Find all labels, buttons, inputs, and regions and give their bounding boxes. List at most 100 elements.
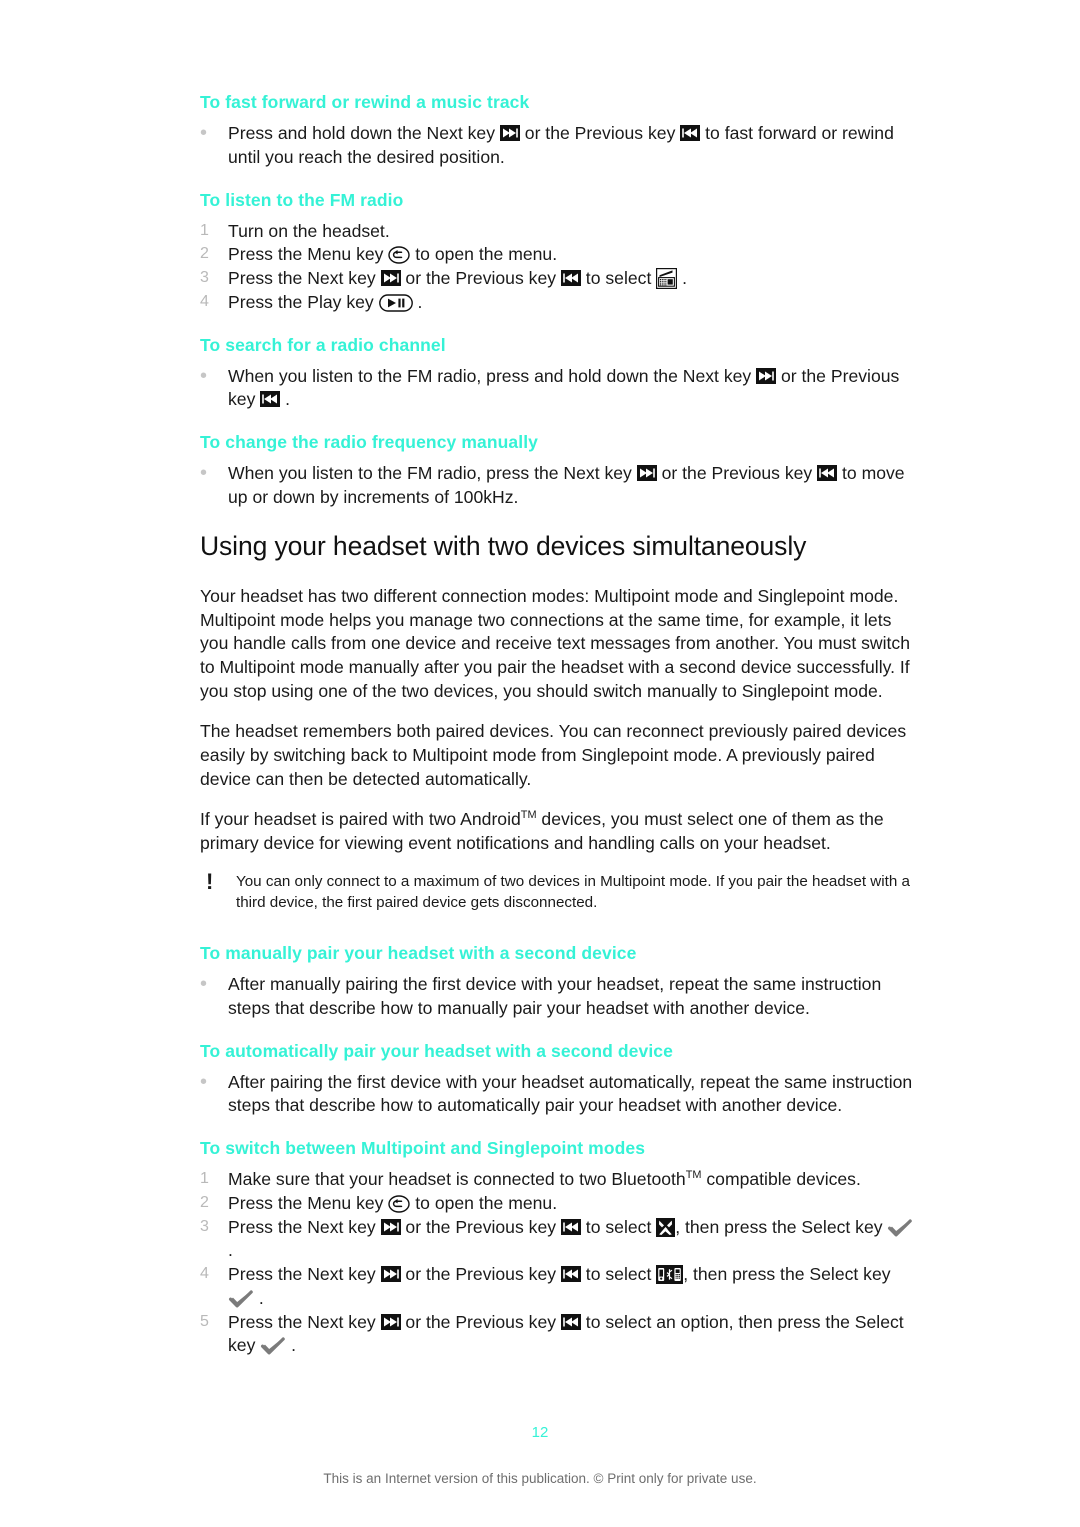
text-run: After pairing the first device with your… [228, 1071, 913, 1116]
list-item-text: Press the Next key or the Previous key t… [228, 1216, 913, 1261]
sub-heading: To manually pair your headset with a sec… [200, 943, 637, 964]
bullet-list: • When you listen to the FM radio, press … [200, 365, 920, 413]
sub-heading: To change the radio frequency manually [200, 432, 538, 452]
text-run: Press the Next key [228, 1311, 381, 1332]
text-run: If your headset is paired with two Andro… [200, 809, 521, 829]
check-select-key-icon [887, 1218, 913, 1238]
text-run: Press the Next key [228, 1264, 381, 1285]
page-number: 12 [531, 1424, 549, 1441]
next-key-icon [380, 1218, 401, 1235]
text-run: or the Previous key [656, 463, 818, 483]
numbered-list: 1 Turn on the headset. 2 Press the Menu key… [200, 220, 920, 315]
step-number: 1 [200, 221, 209, 239]
numbered-list-item: 4 Press the Play key . [200, 291, 920, 315]
numbered-list-item: 2 Press the Menu key to open the menu. [200, 1192, 920, 1216]
menu-key-icon [388, 1195, 411, 1213]
previous-key-icon [260, 391, 281, 408]
text-run: to select [580, 268, 657, 288]
previous-key-icon [560, 1313, 581, 1330]
text-run: to open the menu. [410, 1192, 558, 1213]
document-page: To fast forward or rewind a music track •… [0, 0, 1080, 1527]
body-paragraph: Your headset has two different connectio… [200, 585, 910, 702]
menu-key-icon [388, 246, 411, 264]
check-select-key-icon [260, 1336, 286, 1356]
numbered-list-item: 5 Press the Next key or the Previous key … [200, 1311, 920, 1359]
text-run: When you listen to the FM radio, press a… [228, 365, 757, 386]
bullet-list-item: • When you listen to the FM radio, press … [200, 462, 920, 510]
step-number: 4 [200, 292, 209, 310]
step-number: 1 [200, 1170, 209, 1188]
text-run: Press and hold down the Next key [228, 123, 500, 143]
next-key-icon [380, 1266, 401, 1283]
numbered-list-item: 2 Press the Menu key to open the menu. [200, 243, 920, 267]
previous-key-icon [560, 270, 581, 286]
bullet-list: • When you listen to the FM radio, press … [200, 462, 920, 510]
numbered-list-item: 3 Press the Next key or the Previous key … [200, 267, 920, 291]
text-run: . [254, 1287, 264, 1308]
text-run: Press the Next key [228, 268, 381, 288]
bullet-marker: • [200, 973, 208, 996]
sub-heading: To switch between Multipoint and Singlep… [200, 1138, 646, 1159]
text-run: to select [580, 1264, 657, 1285]
text-run: or the Previous key [400, 1311, 561, 1332]
bullet-list: • After pairing the first device with you… [200, 1071, 920, 1119]
check-select-key-icon [228, 1289, 254, 1309]
text-run: or the Previous key [519, 123, 681, 143]
text-run: compatible devices. [701, 1169, 861, 1190]
step-number: 3 [200, 1217, 209, 1235]
footer-note: This is an Internet version of this publ… [323, 1471, 757, 1486]
settings-tools-icon [656, 1217, 676, 1237]
next-key-icon [380, 1313, 401, 1330]
previous-key-icon [560, 1266, 581, 1283]
next-key-icon [499, 125, 520, 141]
numbered-list-item: 1 Make sure that your headset is connecte… [200, 1168, 920, 1192]
multipoint-devices-icon [656, 1265, 684, 1285]
numbered-list-item: 4 Press the Next key or the Previous key … [200, 1263, 920, 1311]
text-run: After manually pairing the first device … [228, 974, 882, 1018]
previous-key-icon [680, 125, 701, 141]
list-item-text: Make sure that your headset is connected… [228, 1169, 861, 1189]
play-pause-key-icon [378, 294, 413, 312]
text-run: . [228, 1240, 233, 1261]
bullet-marker: • [200, 1070, 208, 1093]
bullet-marker: • [200, 462, 208, 484]
step-number: 2 [200, 245, 209, 263]
text-run: Press the Play key [228, 291, 379, 312]
text-run: to open the menu. [410, 244, 558, 265]
text-run: , then press the Select key [683, 1264, 891, 1285]
list-item-text: Turn on the headset. [228, 221, 390, 241]
bullet-list-item: • When you listen to the FM radio, press … [200, 365, 920, 413]
bottom-sections-container: To manually pair your headset with a sec… [200, 943, 920, 1378]
text-run: or the Previous key [400, 268, 561, 288]
bullet-list-item: • Press and hold down the Next key or the… [200, 122, 920, 170]
text-run: When you listen to the FM radio, press t… [228, 463, 637, 483]
bullet-list: • After manually pairing the first device… [200, 973, 920, 1021]
text-run: . [286, 1335, 297, 1356]
next-key-icon [756, 367, 777, 384]
text-run: Turn on the headset. [228, 220, 390, 241]
exclamation-icon: ! [206, 868, 214, 894]
note-box: ! You can only connect to a maximum of t… [200, 868, 920, 913]
step-number: 4 [200, 1265, 209, 1283]
sub-heading: To search for a radio channel [200, 334, 446, 355]
text-run: Press the Menu key [228, 244, 389, 265]
previous-key-icon [560, 1218, 581, 1235]
main-paragraphs: Your headset has two different connectio… [200, 585, 920, 856]
sub-heading: To listen to the FM radio [200, 189, 404, 210]
bullet-marker: • [200, 364, 208, 387]
list-item-text: Press the Next key or the Previous key t… [228, 1264, 891, 1308]
list-item-text: Press the Next key or the Previous key t… [228, 268, 687, 289]
list-item-text: Press the Play key . [228, 292, 422, 312]
text-run: Make sure that your headset is connected… [228, 1169, 686, 1190]
step-number: 3 [200, 269, 209, 286]
next-key-icon [380, 270, 401, 286]
text-run: . [412, 291, 423, 312]
numbered-list-item: 3 Press the Next key or the Previous key … [200, 1216, 920, 1264]
text-run: to select [580, 1216, 657, 1237]
top-sections-container: To fast forward or rewind a music track •… [200, 92, 920, 530]
note-text: You can only connect to a maximum of two… [236, 872, 910, 911]
numbered-list-item: 1 Turn on the headset. [200, 220, 920, 244]
list-item-text: When you listen to the FM radio, press t… [228, 463, 905, 507]
bullet-list-item: • After manually pairing the first device… [200, 973, 920, 1021]
list-item-text: Press the Menu key to open the menu. [228, 244, 557, 264]
